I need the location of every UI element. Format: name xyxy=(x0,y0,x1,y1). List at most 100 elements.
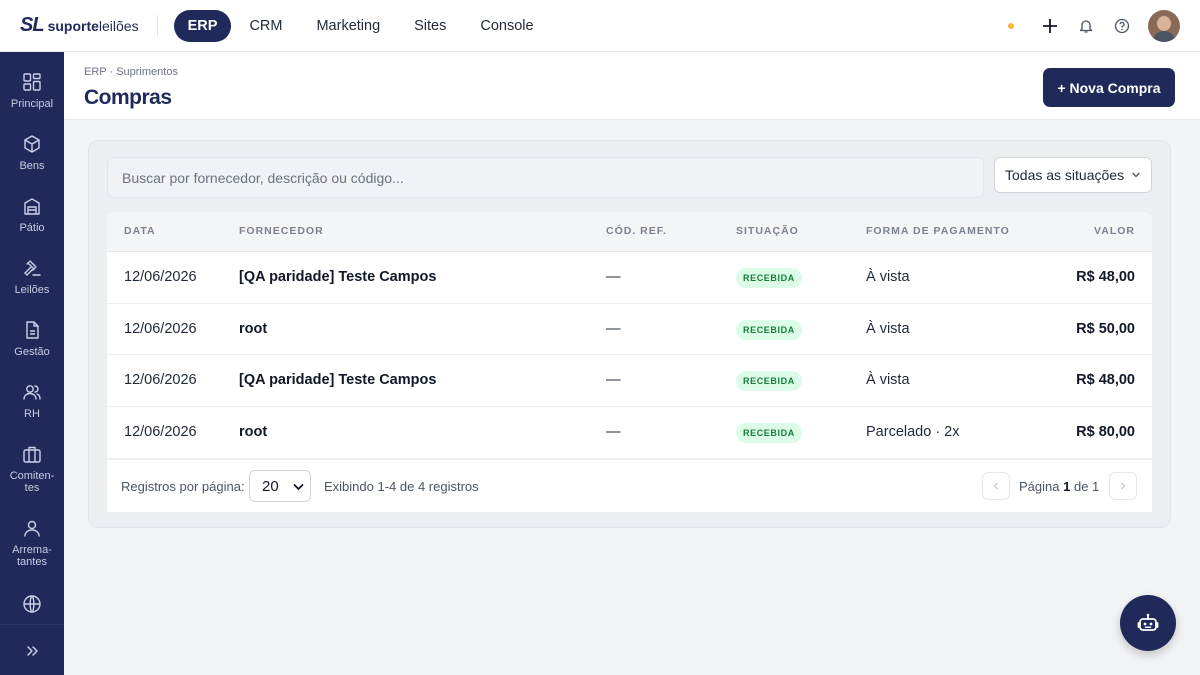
cell-payment: À vista xyxy=(866,269,910,285)
sidebar-item-label: Pátio xyxy=(19,222,45,234)
cell-ref: — xyxy=(606,423,621,440)
add-icon[interactable] xyxy=(1036,12,1064,40)
status-filter-select[interactable]: Todas as situações xyxy=(994,157,1152,193)
nav-item-marketing[interactable]: Marketing xyxy=(300,11,396,41)
sidebar-item-sites[interactable] xyxy=(0,594,64,614)
cell-date: 12/06/2026 xyxy=(124,372,197,388)
cell-supplier: [QA paridade] Teste Campos xyxy=(239,372,437,388)
sidebar-item-gestao[interactable]: Gestão xyxy=(0,320,64,358)
cell-date: 12/06/2026 xyxy=(124,269,197,285)
status-badge: RECEBIDA xyxy=(736,319,802,340)
sidebar-item-label: Bens xyxy=(19,160,45,172)
top-actions xyxy=(1008,0,1180,52)
assistant-bot-button[interactable] xyxy=(1120,595,1176,651)
table-row[interactable]: 12/06/2026 [QA paridade] Teste Campos — … xyxy=(107,252,1152,304)
avatar[interactable] xyxy=(1148,10,1180,42)
status-filter-value: Todas as situações xyxy=(1005,167,1125,183)
help-icon[interactable] xyxy=(1108,12,1136,40)
table-row[interactable]: 12/06/2026 root — RECEBIDA Parcelado · 2… xyxy=(107,406,1152,458)
chevrons-right-icon xyxy=(27,646,38,656)
pagination-bar: Registros por página: 20 Exibindo 1-4 de… xyxy=(107,459,1152,512)
chevron-down-icon xyxy=(1132,172,1140,178)
table-header: DATA FORNECEDOR CÓD. REF. SITUAÇÃO FORMA… xyxy=(107,212,1152,252)
logo-text: suporteleilões xyxy=(47,17,139,34)
cell-value: R$ 48,00 xyxy=(1076,269,1135,285)
search-field[interactable] xyxy=(107,157,984,198)
column-header-fornecedor[interactable]: FORNECEDOR xyxy=(239,225,324,237)
table-row[interactable]: 12/06/2026 root — RECEBIDA À vista R$ 50… xyxy=(107,303,1152,355)
cell-value: R$ 48,00 xyxy=(1076,372,1135,388)
cell-ref: — xyxy=(606,269,621,285)
divider xyxy=(156,14,158,37)
status-badge: RECEBIDA xyxy=(736,268,802,288)
top-bar: SL suporteleilões ERP CRM Marketing Site… xyxy=(0,0,1200,52)
nav-item-sites[interactable]: Sites xyxy=(398,11,462,41)
grid-icon xyxy=(23,73,41,91)
column-header-cod-ref[interactable]: CÓD. REF. xyxy=(606,225,667,237)
column-header-situacao[interactable]: SITUAÇÃO xyxy=(736,225,799,237)
search-input[interactable] xyxy=(108,158,983,197)
sidebar-item-label: Gestão xyxy=(14,346,50,358)
next-page-button[interactable] xyxy=(1109,472,1137,500)
cell-date: 12/06/2026 xyxy=(124,320,197,337)
globe-icon xyxy=(23,595,41,613)
prev-page-button[interactable] xyxy=(982,472,1010,500)
sidebar-item-principal[interactable]: Principal xyxy=(0,72,64,110)
purchases-card: Todas as situações DATA FORNECEDOR CÓD. … xyxy=(88,140,1171,528)
per-page-value: 20 xyxy=(262,477,279,495)
chevron-right-icon xyxy=(1121,482,1126,490)
nav-item-crm[interactable]: CRM xyxy=(233,11,298,41)
sidebar-item-label: Principal xyxy=(10,98,54,110)
cell-supplier: root xyxy=(239,423,268,440)
new-purchase-button[interactable]: + Nova Compra xyxy=(1043,68,1175,107)
robot-icon xyxy=(1137,613,1159,631)
purchases-table: DATA FORNECEDOR CÓD. REF. SITUAÇÃO FORMA… xyxy=(107,212,1152,458)
table-row[interactable]: 12/06/2026 [QA paridade] Teste Campos — … xyxy=(107,355,1152,407)
cell-payment: Parcelado · 2x xyxy=(866,423,960,440)
sidebar-item-bens[interactable]: Bens xyxy=(0,134,64,172)
breadcrumb[interactable]: ERP · Suprimentos xyxy=(84,66,178,78)
briefcase-icon xyxy=(23,446,41,463)
warehouse-icon xyxy=(24,198,40,215)
current-page: 1 xyxy=(1063,479,1071,494)
records-info: Exibindo 1-4 de 4 registros xyxy=(324,479,479,494)
cell-payment: À vista xyxy=(866,320,910,337)
sidebar-item-label: RH xyxy=(24,408,40,420)
box-icon xyxy=(24,135,40,153)
cell-ref: — xyxy=(606,320,621,337)
sidebar-item-label: Arrema- tantes xyxy=(12,544,52,568)
sidebar-item-rh[interactable]: RH xyxy=(0,382,64,420)
sidebar-item-label: Comiten- tes xyxy=(9,470,55,494)
chevron-down-icon xyxy=(293,484,304,491)
gavel-icon xyxy=(24,260,41,276)
sidebar-expand-button[interactable] xyxy=(0,644,64,658)
status-dot-icon xyxy=(1008,23,1014,29)
user-icon xyxy=(24,520,40,537)
status-badge: RECEBIDA xyxy=(736,371,802,391)
sidebar-item-leiloes[interactable]: Leilões xyxy=(0,258,64,296)
brand-logo[interactable]: SL suporteleilões xyxy=(20,0,139,52)
cell-value: R$ 50,00 xyxy=(1076,320,1135,337)
nav-item-erp[interactable]: ERP xyxy=(173,9,232,42)
cell-supplier: [QA paridade] Teste Campos xyxy=(239,269,437,285)
column-header-forma-pagamento[interactable]: FORMA DE PAGAMENTO xyxy=(866,225,1010,237)
page-header: ERP · Suprimentos Compras + Nova Compra xyxy=(64,52,1200,120)
status-badge: RECEBIDA xyxy=(736,422,802,443)
divider xyxy=(0,624,64,625)
page-title: Compras xyxy=(84,86,172,109)
cell-supplier: root xyxy=(239,320,268,337)
logo-mark: SL xyxy=(20,14,45,36)
chevron-left-icon xyxy=(993,482,998,490)
column-header-data[interactable]: DATA xyxy=(124,225,156,237)
sidebar-item-patio[interactable]: Pátio xyxy=(0,196,64,234)
bell-icon[interactable] xyxy=(1072,12,1100,40)
sidebar: Principal Bens Pátio Leilões Gestão RH C… xyxy=(0,52,64,675)
cell-payment: À vista xyxy=(866,372,910,388)
sidebar-item-arrematantes[interactable]: Arrema- tantes xyxy=(0,518,64,568)
users-icon xyxy=(23,385,41,400)
nav-item-console[interactable]: Console xyxy=(464,11,549,41)
sidebar-item-comitentes[interactable]: Comiten- tes xyxy=(0,444,64,494)
column-header-valor[interactable]: VALOR xyxy=(1094,225,1135,237)
per-page-select[interactable]: 20 xyxy=(249,470,311,502)
main-nav: ERP CRM Marketing Sites Console xyxy=(173,9,552,42)
